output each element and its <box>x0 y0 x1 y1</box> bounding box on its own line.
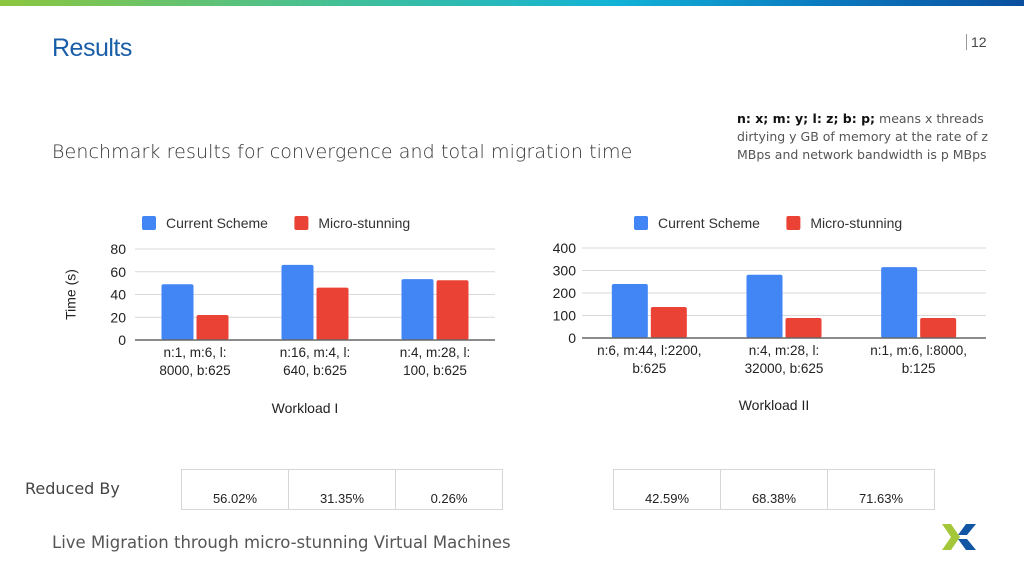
legend-label: Micro-stunning <box>810 215 902 231</box>
x-axis-title: Workload II <box>739 397 810 413</box>
bar-current-scheme <box>401 279 434 340</box>
x-tick-label: n:16, m:4, l: <box>280 345 351 360</box>
x-tick-label: n:1, m:6, l:8000, <box>870 343 967 358</box>
x-tick-label: 100, b:625 <box>403 363 467 378</box>
bar-current-scheme <box>746 274 783 338</box>
reduced-by-cell: 31.35% <box>288 469 396 510</box>
slide-title: Results <box>52 34 132 62</box>
bar-micro-stunning <box>920 317 957 338</box>
chart-workload-2: Current Scheme Micro-stunning 0 100 200 300 40… <box>553 215 986 413</box>
top-gradient-bar <box>0 0 1024 6</box>
legend-swatch <box>294 216 309 230</box>
x-tick-label: 640, b:625 <box>283 363 347 378</box>
y-tick-label: 400 <box>553 240 577 256</box>
bar-micro-stunning <box>436 280 469 340</box>
x-tick-label: n:6, m:44, l:2200, <box>597 343 701 358</box>
y-tick-label: 0 <box>118 332 126 348</box>
legend-label: Micro-stunning <box>318 215 410 231</box>
y-tick-label: 60 <box>110 264 126 280</box>
footer-text: Live Migration through micro-stunning Vi… <box>52 533 511 552</box>
reduced-by-cell: 68.38% <box>720 469 828 510</box>
notation-note-bold: n: x; m: y; l: z; b: p; <box>737 111 876 126</box>
reduced-by-cell: 56.02% <box>181 469 289 510</box>
notation-note: n: x; m: y; l: z; b: p; means x threads … <box>737 110 997 164</box>
bar-current-scheme <box>161 284 194 340</box>
slide-subtitle: Benchmark results for convergence and to… <box>52 141 633 163</box>
bar-micro-stunning <box>316 287 349 340</box>
x-axis-title: Workload I <box>272 400 339 416</box>
reduced-by-table-2: 42.59% 68.38% 71.63% <box>613 469 935 510</box>
bar-micro-stunning <box>785 317 822 338</box>
y-axis-title: Time (s) <box>63 269 79 320</box>
y-tick-label: 0 <box>568 330 576 346</box>
x-tick-label: b:625 <box>632 361 666 376</box>
legend-swatch <box>142 216 156 230</box>
x-tick-label: 32000, b:625 <box>745 361 824 376</box>
bar-current-scheme <box>881 267 918 338</box>
legend-swatch <box>786 216 801 230</box>
x-tick-label: n:4, m:28, l: <box>400 345 471 360</box>
y-tick-label: 100 <box>553 308 577 324</box>
bar-current-scheme <box>281 264 314 340</box>
page-number: 12 <box>966 34 987 50</box>
x-tick-label: 8000, b:625 <box>159 363 230 378</box>
reduced-by-cell: 71.63% <box>827 469 935 510</box>
legend-label: Current Scheme <box>658 215 760 231</box>
legend-swatch <box>634 216 648 230</box>
reduced-by-cell: 0.26% <box>395 469 503 510</box>
reduced-by-cell: 42.59% <box>613 469 721 510</box>
y-tick-label: 40 <box>110 287 126 303</box>
chart-workload-1: Current Scheme Micro-stunning 0 20 40 60 80 n:1… <box>63 215 495 416</box>
y-tick-label: 200 <box>553 285 577 301</box>
y-tick-label: 300 <box>553 263 577 279</box>
x-tick-label: n:4, m:28, l: <box>749 343 820 358</box>
reduced-by-label: Reduced By <box>25 479 120 498</box>
bar-micro-stunning <box>650 306 687 338</box>
bar-micro-stunning <box>196 314 229 340</box>
x-tick-label: n:1, m:6, l: <box>163 345 226 360</box>
x-logo-icon <box>942 524 976 550</box>
legend-label: Current Scheme <box>166 215 268 231</box>
y-tick-label: 20 <box>110 309 126 325</box>
x-tick-label: b:125 <box>902 361 936 376</box>
reduced-by-table-1: 56.02% 31.35% 0.26% <box>181 469 503 510</box>
bar-current-scheme <box>611 284 648 338</box>
y-tick-label: 80 <box>110 241 126 257</box>
